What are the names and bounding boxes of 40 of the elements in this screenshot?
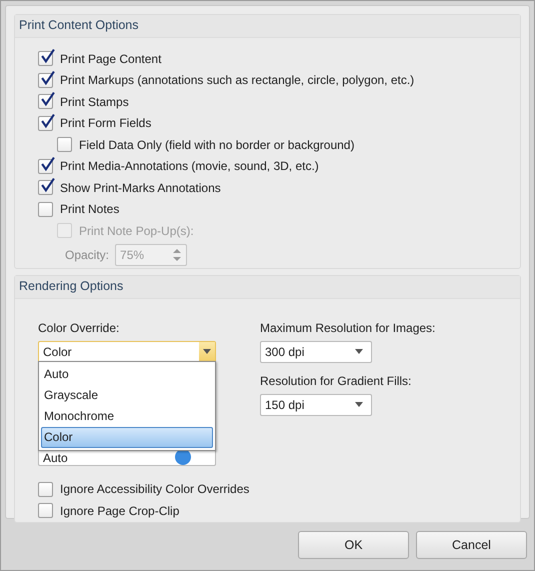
checkbox[interactable] xyxy=(38,482,53,497)
info-icon xyxy=(175,448,191,464)
resolution-dropdown[interactable]: 150 dpi xyxy=(260,394,372,416)
checkbox[interactable] xyxy=(38,116,53,131)
dropdown-option[interactable]: Grayscale xyxy=(41,384,213,406)
checkbox[interactable] xyxy=(38,180,53,196)
checkbox-label: Show Print-Marks Annotations xyxy=(60,180,221,195)
checkbox[interactable] xyxy=(38,94,53,110)
checkbox-label: Field Data Only (field with no border or background) xyxy=(79,138,354,152)
cancel-button[interactable]: Cancel xyxy=(416,531,527,559)
ok-button[interactable]: OK xyxy=(298,531,409,559)
checkbox[interactable] xyxy=(38,51,53,66)
caret-icon[interactable] xyxy=(203,349,211,354)
checkbox[interactable] xyxy=(38,503,53,518)
checkbox-label: Print Page Content xyxy=(60,52,162,66)
checkbox-label: Print Markups (annotations such as rectangle, circle, polygon, etc.) xyxy=(60,73,414,88)
checkbox-label: Print Media-Annotations (movie, sound, 3D, etc.) xyxy=(60,159,319,174)
group-title: Print Content Options xyxy=(19,18,139,32)
color-override-dropdown[interactable]: Color xyxy=(38,340,216,362)
group-title: Rendering Options xyxy=(19,278,124,292)
resolution-dropdown[interactable]: 300 dpi xyxy=(260,340,372,362)
dropdown-option[interactable]: Auto xyxy=(41,364,213,384)
opacity-label: Opacity: xyxy=(65,248,110,262)
checkbox-label: Ignore Page Crop-Clip xyxy=(60,504,180,518)
checkbox-label: Print Note Pop-Up(s): xyxy=(79,224,194,238)
checkbox-label: Print Notes xyxy=(60,202,120,216)
checkbox-label: Ignore Accessibility Color Overrides xyxy=(60,482,250,496)
checkbox[interactable] xyxy=(38,72,53,88)
checkbox-label: Print Form Fields xyxy=(60,116,152,130)
dropdown-option[interactable]: Color xyxy=(41,426,213,448)
checkbox[interactable] xyxy=(38,202,53,217)
dropdown-option[interactable]: Monochrome xyxy=(41,406,213,426)
caret-icon[interactable] xyxy=(355,349,363,354)
checkbox[interactable] xyxy=(38,158,53,174)
combo-label: Color Override: xyxy=(38,320,120,336)
checkbox[interactable] xyxy=(57,137,72,152)
checkbox-label: Print Stamps xyxy=(60,94,129,109)
combo-label: Maximum Resolution for Images: xyxy=(260,320,436,336)
caret-icon[interactable] xyxy=(355,402,363,407)
combo-label: Resolution for Gradient Fills: xyxy=(260,374,412,390)
